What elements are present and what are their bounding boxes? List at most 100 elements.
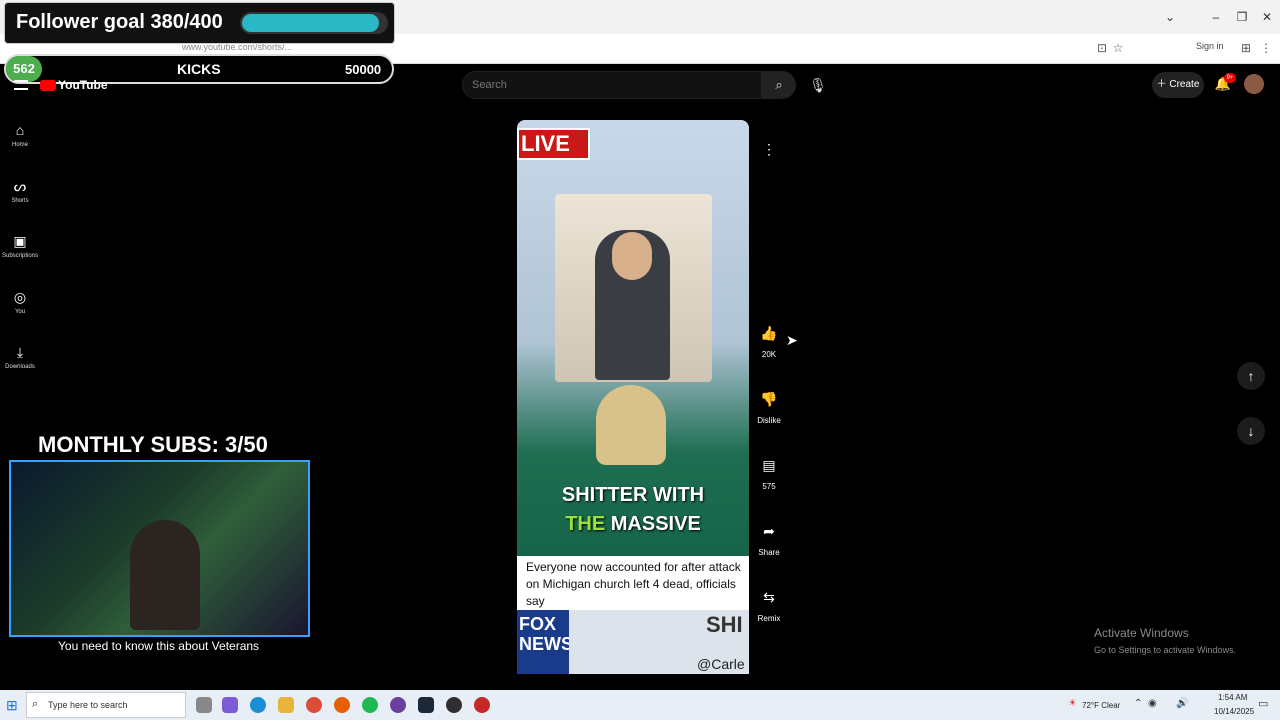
discord-icon[interactable]: [390, 697, 406, 713]
webcam-caption: You need to know this about Veterans: [58, 639, 260, 653]
tab-list-icon[interactable]: ⌄: [1160, 8, 1180, 26]
taskbar-search-icon: ⌕: [32, 698, 39, 710]
kicks-label: KICKS: [177, 61, 221, 77]
browser-menu-icon[interactable]: ⋮: [1258, 40, 1274, 56]
arrow-down-icon: ↓: [1247, 423, 1255, 439]
sidebar-item-you[interactable]: ◎ You: [0, 289, 40, 315]
weather-text[interactable]: 72°F Clear: [1082, 701, 1120, 710]
obs-icon[interactable]: [446, 697, 462, 713]
dislike-button[interactable]: 👎 Dislike: [754, 384, 784, 425]
copilot-icon[interactable]: [222, 697, 238, 713]
download-icon: ⤓: [16, 344, 24, 360]
thumbs-up-icon: 👍: [760, 325, 778, 341]
ticker-text: SHI: [706, 612, 743, 637]
video-caption-line2: THE MASSIVE: [517, 513, 749, 536]
sidebar-item-label: Downloads: [5, 364, 35, 370]
sidebar-item-subscriptions[interactable]: ▣ Subscriptions: [0, 233, 40, 259]
firefox-icon[interactable]: [334, 697, 350, 713]
edge-browser-icon[interactable]: [250, 697, 266, 713]
spotify-icon[interactable]: [362, 697, 378, 713]
maximize-button[interactable]: ❐: [1232, 8, 1252, 26]
avatar[interactable]: [1244, 74, 1264, 94]
plus-icon: ＋: [1156, 79, 1170, 90]
anchor-hair: [596, 385, 666, 465]
more-options-button[interactable]: ⋮: [757, 137, 781, 161]
video-caption-line1: SHITTER WITH: [561, 484, 705, 506]
bookmark-star-icon[interactable]: ☆: [1110, 40, 1126, 56]
webcam-streamer: [130, 520, 200, 630]
share-label: Share: [758, 548, 780, 557]
you-icon: ◎: [13, 289, 27, 305]
fox-news-logo: FOX NEWS: [517, 610, 573, 674]
share-button[interactable]: ➦ Share: [754, 516, 784, 557]
voice-search-button[interactable]: 🎙: [806, 73, 830, 97]
more-vertical-icon: ⋮: [762, 141, 776, 157]
youtube-play-icon: [40, 80, 56, 92]
mouse-cursor-icon: ➤: [786, 332, 798, 348]
create-button[interactable]: ＋ Create: [1152, 72, 1204, 98]
sidebar-item-label: Shorts: [11, 198, 29, 204]
sidebar-item-label: You: [14, 309, 26, 315]
taskbar-search-placeholder[interactable]: Type here to search: [48, 700, 128, 710]
file-explorer-icon[interactable]: [278, 697, 294, 713]
remix-icon: ⇆: [763, 589, 775, 605]
monthly-subs-text: MONTHLY SUBS: 3/50: [38, 432, 268, 457]
share-arrow-icon: ➦: [763, 523, 775, 539]
app-icon[interactable]: [474, 697, 490, 713]
remix-button[interactable]: ⇆ Remix: [754, 582, 784, 623]
follower-goal-text: Follower goal 380/400: [16, 11, 223, 33]
sign-in-link[interactable]: Sign in: [1196, 41, 1224, 51]
kicks-value: 50000: [345, 62, 382, 77]
channel-handle-text: @Carle: [697, 656, 745, 672]
comments-button[interactable]: ▤ 575: [754, 450, 784, 491]
like-button[interactable]: 👍 20K: [754, 318, 784, 359]
notification-count-badge: 9+: [1224, 73, 1236, 83]
activate-windows-title: Activate Windows: [1094, 626, 1189, 640]
sidebar-item-label: Home: [11, 142, 28, 148]
subscriptions-icon: ▣: [13, 233, 27, 249]
caption-rest: MASSIVE: [605, 513, 701, 535]
sidebar-item-downloads[interactable]: ⤓ Downloads: [0, 344, 40, 370]
search-input[interactable]: [472, 79, 752, 91]
microphone-icon: 🎙: [809, 77, 827, 93]
minimize-button[interactable]: –: [1206, 8, 1226, 26]
previous-short-button[interactable]: ↑: [1237, 362, 1265, 390]
comment-icon: ▤: [762, 457, 776, 473]
shorts-icon: ᔕ: [13, 178, 27, 194]
windows-start-icon[interactable]: ⊞: [6, 697, 22, 713]
network-icon[interactable]: ◉: [1148, 698, 1157, 709]
youtube-logo-text: YouTube: [58, 78, 108, 92]
live-badge: LIVE: [517, 128, 590, 160]
install-app-icon[interactable]: ⊡: [1094, 40, 1110, 56]
notification-center-icon[interactable]: ▭: [1258, 697, 1268, 710]
follower-progress-fill: [242, 14, 379, 32]
clock-date[interactable]: 10/14/2025: [1214, 707, 1254, 716]
close-button[interactable]: ✕: [1257, 8, 1277, 26]
kicks-count-badge: 562: [6, 56, 42, 82]
arrow-up-icon: ↑: [1247, 368, 1255, 384]
sidebar-item-shorts[interactable]: ᔕ Shorts: [0, 178, 40, 204]
comment-count: 575: [762, 482, 776, 491]
home-icon: ⌂: [15, 122, 25, 138]
chrome-icon[interactable]: [306, 697, 322, 713]
inset-speaker-face: [612, 232, 652, 280]
news-headline-text: Everyone now accounted for after attack …: [526, 560, 741, 608]
search-icon: ⌕: [775, 77, 783, 92]
activate-windows-subtitle: Go to Settings to activate Windows.: [1094, 645, 1237, 655]
next-short-button[interactable]: ↓: [1237, 417, 1265, 445]
hamburger-menu-icon[interactable]: [14, 80, 28, 90]
youtube-logo[interactable]: YouTube: [40, 78, 108, 92]
sidebar-item-label: Subscriptions: [1, 253, 39, 259]
extensions-icon[interactable]: ⊞: [1238, 40, 1254, 56]
dislike-label: Dislike: [757, 416, 781, 425]
search-button[interactable]: ⌕: [762, 71, 796, 99]
remix-label: Remix: [757, 614, 781, 623]
thumbs-down-icon: 👎: [760, 391, 778, 407]
clock-time[interactable]: 1:54 AM: [1218, 693, 1247, 702]
steam-icon[interactable]: [418, 697, 434, 713]
task-view-icon[interactable]: [196, 697, 212, 713]
sidebar-item-home[interactable]: ⌂ Home: [0, 122, 40, 148]
create-label: Create: [1169, 79, 1200, 90]
tray-chevron-icon[interactable]: ⌃: [1134, 698, 1142, 709]
volume-icon[interactable]: 🔊: [1176, 698, 1188, 709]
